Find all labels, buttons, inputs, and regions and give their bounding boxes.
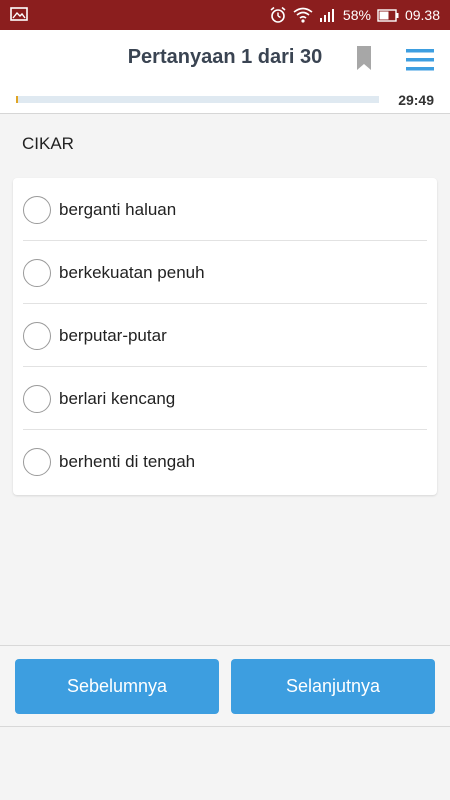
answer-option-2[interactable]: berkekuatan penuh [23,241,427,304]
progress-bar [16,96,379,103]
radio-button[interactable] [23,195,51,224]
next-button[interactable]: Selanjutnya [231,659,435,714]
option-label: berputar-putar [59,325,167,345]
answer-option-5[interactable]: berhenti di tengah [23,430,427,493]
wifi-icon [293,7,313,23]
menu-icon[interactable] [405,48,435,77]
battery-icon [377,8,399,22]
previous-button[interactable]: Sebelumnya [15,659,219,714]
option-label: berhenti di tengah [59,451,196,471]
battery-percent: 58% [342,7,371,23]
bookmark-icon[interactable] [356,45,372,76]
navigation-footer: Sebelumnya Selanjutnya [0,645,450,727]
progress-fill [16,96,18,103]
alarm-icon [269,6,287,24]
option-label: berkekuatan penuh [59,262,205,282]
radio-button[interactable] [23,258,51,287]
option-label: berlari kencang [59,388,176,408]
answer-option-1[interactable]: berganti haluan [23,178,427,241]
question-text: CIKAR [22,134,74,153]
radio-button[interactable] [23,384,51,413]
answer-option-3[interactable]: berputar-putar [23,304,427,367]
page-title: Pertanyaan 1 dari 30 [127,46,323,68]
countdown-timer: 29:49 [398,92,434,108]
answer-option-4[interactable]: berlari kencang [23,367,427,430]
quiz-header: Pertanyaan 1 dari 30 29:49 [0,30,450,114]
option-label: berganti haluan [59,199,177,219]
image-icon [10,7,28,21]
radio-button[interactable] [23,321,51,350]
signal-icon [319,8,337,22]
status-bar: 58% 09.38 [0,0,450,30]
clock-time: 09.38 [404,7,440,23]
answer-options: berganti haluan berkekuatan penuh berput… [13,178,437,495]
radio-button[interactable] [23,447,51,476]
